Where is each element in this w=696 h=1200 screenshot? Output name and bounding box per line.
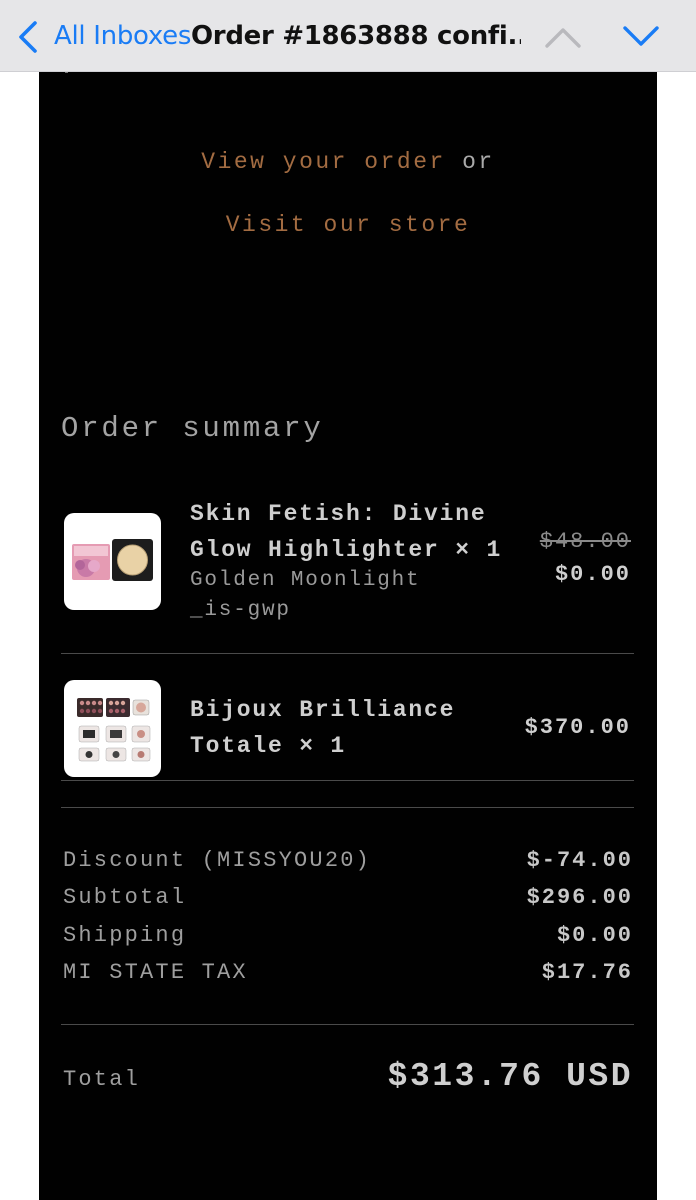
tax-value: $17.76 <box>541 960 633 985</box>
subtotal-label: Subtotal <box>63 885 187 910</box>
item-price: $0.00 <box>554 562 631 587</box>
item-name: Skin Fetish: Divine Glow Highlighter × 1 <box>190 501 503 563</box>
totals-divider <box>61 1024 634 1025</box>
item-tag: _is-gwp <box>190 599 291 622</box>
section-divider <box>61 807 634 808</box>
total-value: $313.76 USD <box>387 1058 633 1095</box>
total-label: Total <box>63 1067 141 1092</box>
or-text: or <box>462 149 495 175</box>
item-price: $370.00 <box>524 715 631 740</box>
highlighter-product-image <box>64 513 161 610</box>
item-variant: Golden Moonlight <box>190 569 421 592</box>
next-message-chevron-down-icon[interactable] <box>622 22 660 52</box>
previous-message-chevron-up-icon[interactable] <box>544 22 582 52</box>
item-name: Bijoux Brilliance Totale × 1 <box>190 697 456 759</box>
order-summary-heading: Order summary <box>61 412 324 445</box>
discount-label: Discount (MISSYOU20) <box>63 848 372 873</box>
tax-label: MI STATE TAX <box>63 960 248 985</box>
item-divider <box>61 653 634 654</box>
shipping-value: $0.00 <box>556 923 633 948</box>
message-title: Order #1863888 confi... <box>191 21 521 51</box>
view-order-link[interactable]: View your order <box>201 149 446 175</box>
item-divider <box>61 780 634 781</box>
back-to-all-inboxes-link[interactable]: All Inboxes <box>54 19 191 53</box>
discount-value: $-74.00 <box>526 848 633 873</box>
palette-set-product-image <box>64 680 161 777</box>
visit-store-line: Visit our store <box>39 212 657 238</box>
email-body: View your order or Visit our store Order… <box>39 69 657 1200</box>
shipping-label: Shipping <box>63 923 187 948</box>
back-chevron-icon[interactable] <box>16 20 40 54</box>
view-order-line: View your order or <box>39 149 657 175</box>
subtotal-value: $296.00 <box>526 885 633 910</box>
mail-nav-bar: All Inboxes Order #1863888 confi... <box>0 0 696 72</box>
item-original-price: $48.00 <box>539 529 631 554</box>
visit-store-link[interactable]: Visit our store <box>226 212 471 238</box>
